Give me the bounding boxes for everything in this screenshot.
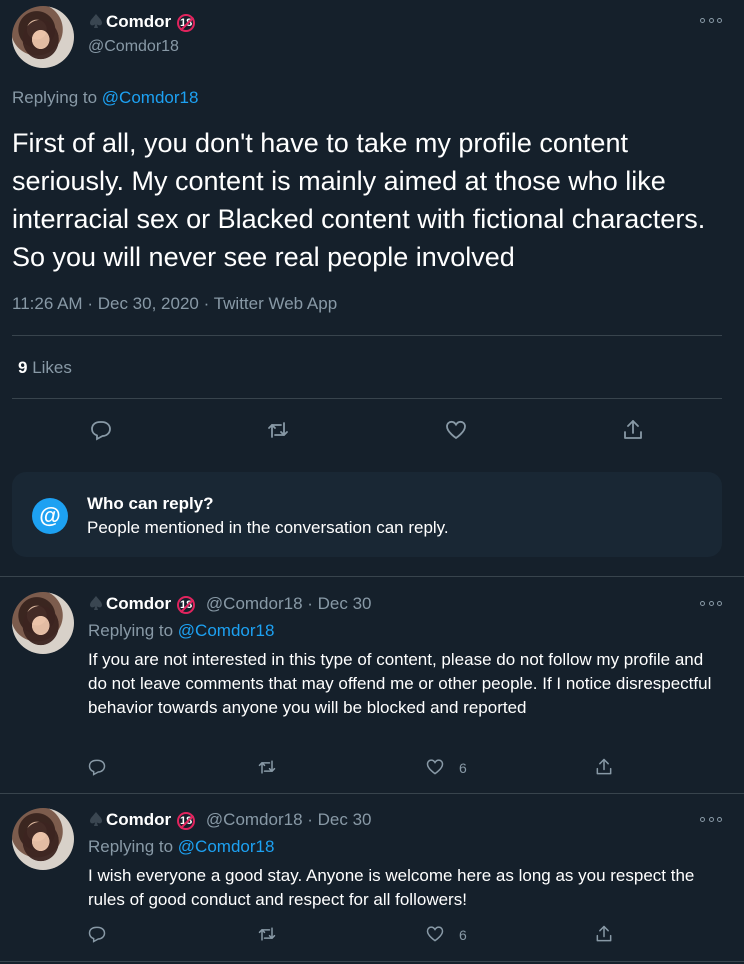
like-count: 6 bbox=[459, 927, 467, 943]
replying-handle-link[interactable]: @Comdor18 bbox=[102, 88, 199, 107]
replying-handle-link[interactable]: @Comdor18 bbox=[178, 621, 275, 640]
like-icon[interactable] bbox=[444, 418, 468, 442]
retweet-icon[interactable] bbox=[257, 757, 277, 777]
who-can-reply-box: @ Who can reply? People mentioned in the… bbox=[12, 472, 722, 557]
reply-header: Comdor 18 @Comdor18 · Dec 30 bbox=[88, 594, 372, 614]
reply-replying-line: Replying to @Comdor18 bbox=[88, 621, 274, 641]
spade-icon bbox=[90, 596, 102, 610]
reply-handle-date[interactable]: @Comdor18 · Dec 30 bbox=[206, 810, 372, 829]
divider bbox=[0, 793, 744, 794]
divider bbox=[12, 398, 722, 399]
divider bbox=[12, 335, 722, 336]
reply-avatar[interactable] bbox=[12, 592, 74, 654]
reply-handle-date[interactable]: @Comdor18 · Dec 30 bbox=[206, 594, 372, 613]
main-avatar[interactable] bbox=[12, 6, 74, 68]
like-count: 6 bbox=[459, 760, 467, 776]
main-tweet-text: First of all, you don't have to take my … bbox=[12, 128, 706, 272]
more-icon[interactable] bbox=[700, 815, 722, 823]
likes-label: Likes bbox=[32, 358, 72, 377]
divider bbox=[0, 961, 744, 962]
tweet-date[interactable]: Dec 30, 2020 bbox=[98, 294, 199, 313]
share-icon[interactable] bbox=[621, 418, 645, 442]
reply-icon[interactable] bbox=[87, 757, 107, 777]
reply-header: Comdor 18 @Comdor18 · Dec 30 bbox=[88, 810, 372, 830]
meta-separator: · bbox=[87, 294, 93, 313]
retweet-icon[interactable] bbox=[266, 418, 290, 442]
age-18-icon: 18 bbox=[177, 14, 196, 32]
more-icon[interactable] bbox=[700, 16, 722, 24]
main-author-name[interactable]: Comdor 18 bbox=[88, 12, 196, 32]
share-icon[interactable] bbox=[594, 924, 614, 944]
divider bbox=[0, 576, 744, 577]
likes-summary[interactable]: 9 Likes bbox=[18, 358, 72, 378]
like-icon[interactable] bbox=[425, 757, 445, 777]
reply-text: If you are not interested in this type o… bbox=[88, 650, 712, 717]
reply-avatar[interactable] bbox=[12, 808, 74, 870]
share-icon[interactable] bbox=[594, 757, 614, 777]
meta-separator: · bbox=[203, 294, 210, 313]
age-18-icon: 18 bbox=[177, 812, 196, 830]
spade-icon bbox=[90, 14, 102, 28]
who-can-reply-description: People mentioned in the conversation can… bbox=[87, 518, 449, 537]
reply-icon[interactable] bbox=[89, 418, 113, 442]
reply-replying-line: Replying to @Comdor18 bbox=[88, 837, 274, 857]
replying-handle-link[interactable]: @Comdor18 bbox=[178, 837, 275, 856]
reply-author-name[interactable]: Comdor bbox=[106, 594, 171, 613]
replying-label: Replying to bbox=[88, 837, 174, 856]
tweet-client: Twitter Web App bbox=[213, 294, 338, 313]
author-display-name: Comdor bbox=[106, 12, 172, 31]
like-icon[interactable] bbox=[425, 924, 445, 944]
spade-icon bbox=[90, 812, 102, 826]
replying-label: Replying to bbox=[88, 621, 174, 640]
main-tweet-meta: 11:26 AM · Dec 30, 2020 · Twitter Web Ap… bbox=[12, 294, 337, 314]
retweet-icon[interactable] bbox=[257, 924, 277, 944]
at-icon: @ bbox=[32, 498, 68, 534]
who-can-reply-title: Who can reply? bbox=[87, 494, 214, 513]
tweet-time[interactable]: 11:26 AM bbox=[12, 294, 83, 313]
main-author-handle[interactable]: @Comdor18 bbox=[88, 38, 179, 56]
main-replying-line: Replying to @Comdor18 bbox=[12, 88, 198, 108]
more-icon[interactable] bbox=[700, 599, 722, 607]
reply-author-name[interactable]: Comdor bbox=[106, 810, 171, 829]
age-18-icon: 18 bbox=[177, 596, 196, 614]
replying-label: Replying to bbox=[12, 88, 98, 107]
likes-count: 9 bbox=[18, 358, 28, 377]
reply-icon[interactable] bbox=[87, 924, 107, 944]
reply-text: I wish everyone a good stay. Anyone is w… bbox=[88, 866, 695, 909]
